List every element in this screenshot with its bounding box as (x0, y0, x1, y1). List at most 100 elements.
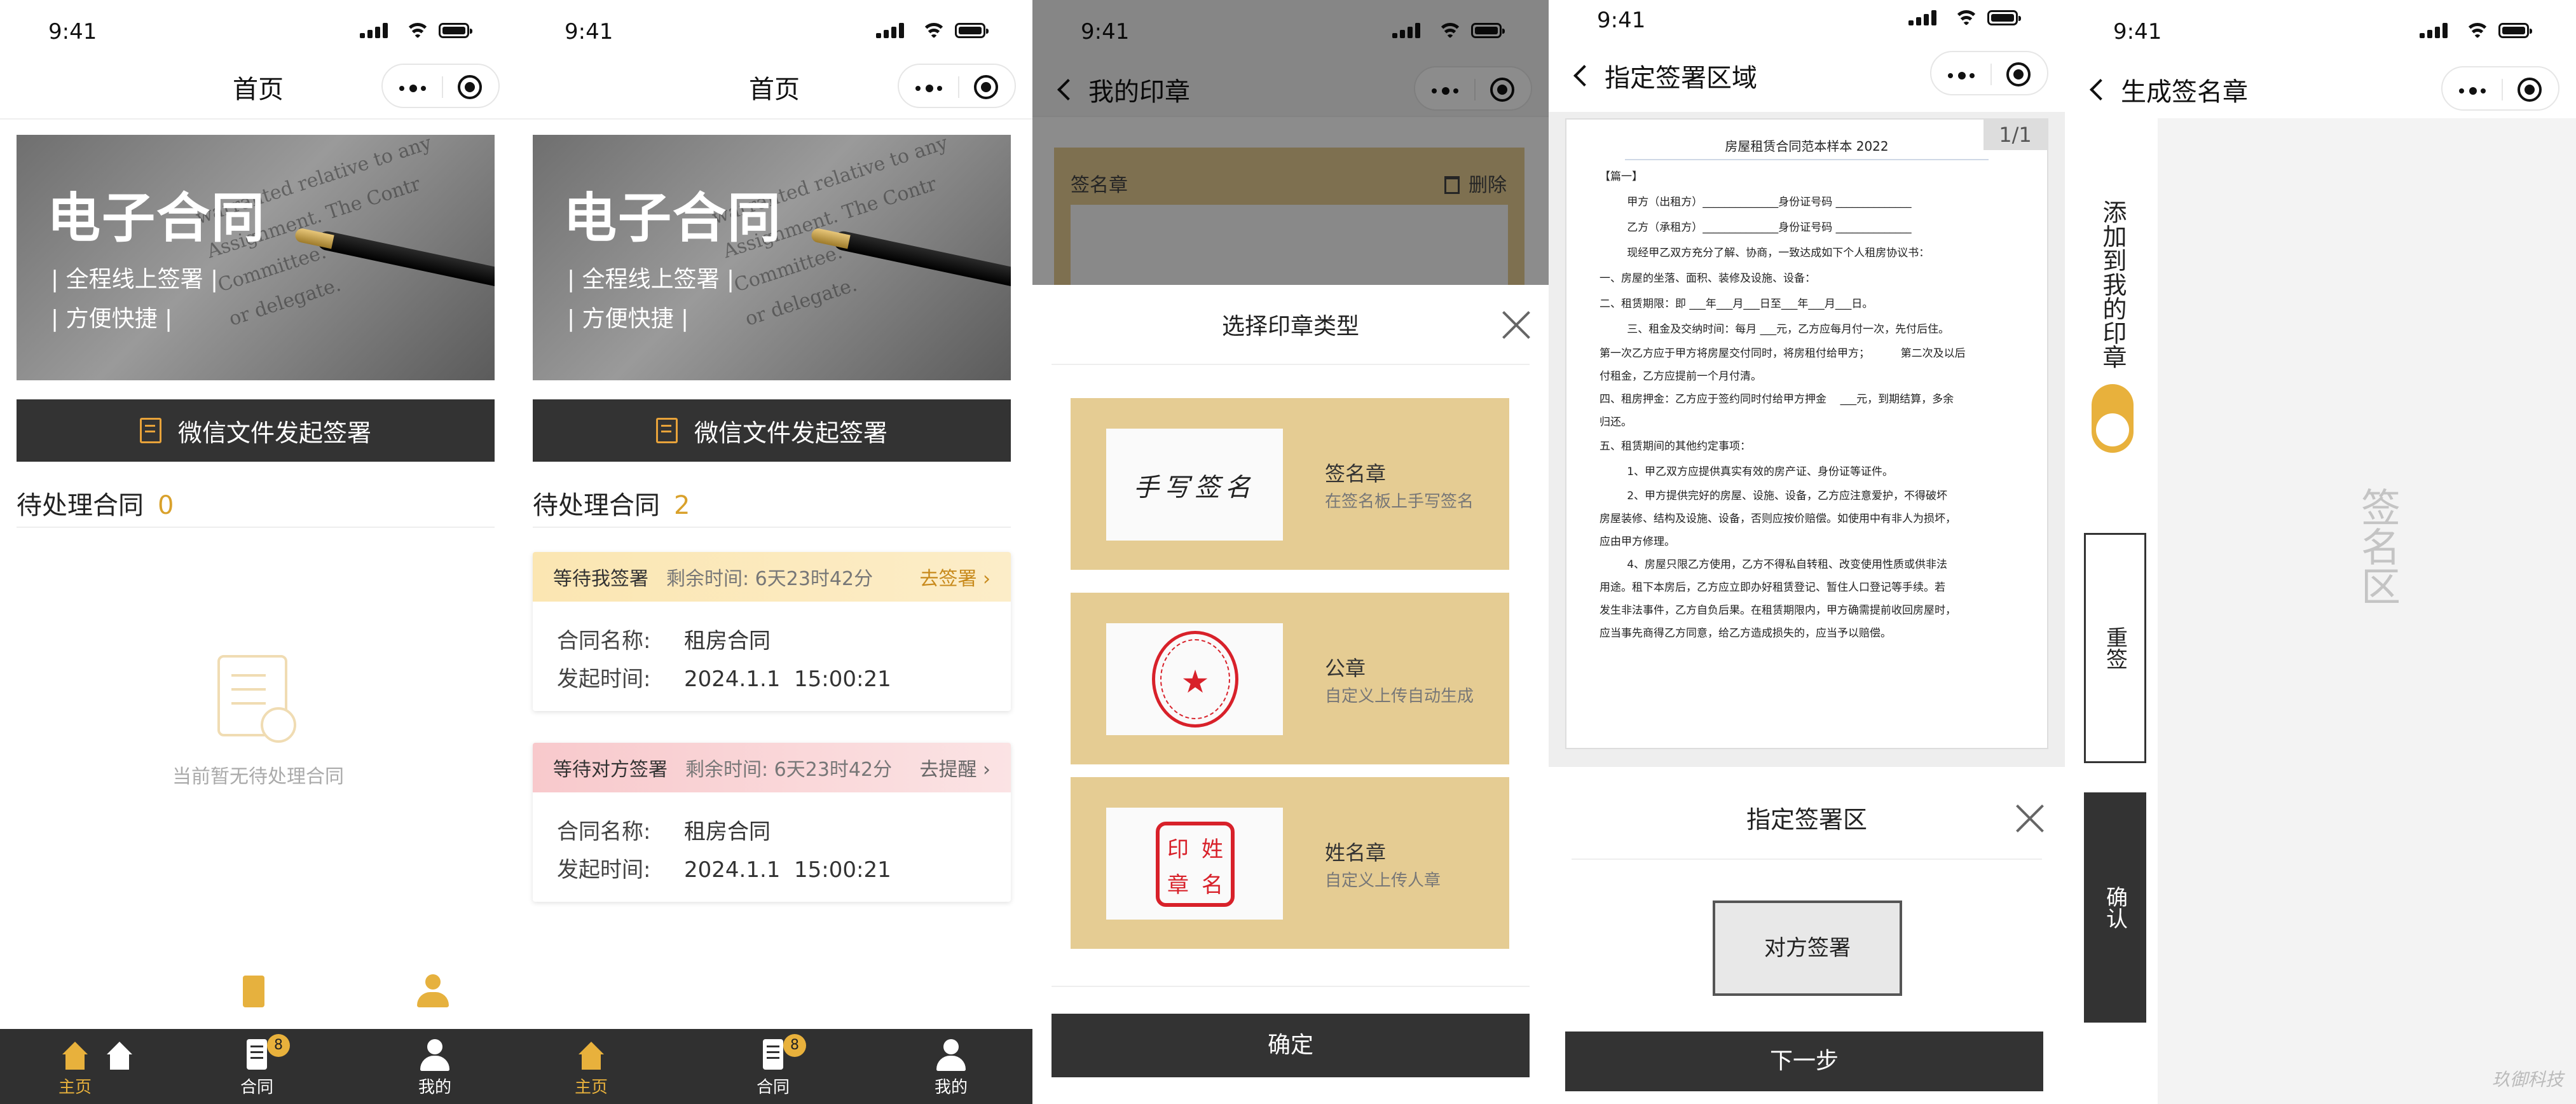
stamp-type-screen: 9:41 我的印章 签名章 删除 选择印章类型 手写签名 签名章 在签名板上手写… (1032, 0, 1549, 1104)
pending-count: 2 (674, 491, 690, 520)
nav-back[interactable]: 指定签署区域 (1566, 57, 1757, 94)
back-icon[interactable] (2090, 79, 2111, 100)
empty-contract-icon (217, 655, 296, 743)
panel-title: 指定签署区 (1746, 806, 1867, 834)
contract-icon (243, 976, 264, 1007)
pending-count: 0 (158, 491, 174, 520)
contract-icon (763, 1039, 783, 1070)
mini-program-capsule[interactable] (898, 64, 1016, 108)
resign-button[interactable]: 重签 (2084, 533, 2146, 763)
empty-text: 当前暂无待处理合同 (172, 766, 344, 788)
card-name-row: 合同名称: 租房合同 (557, 628, 771, 654)
user-icon (417, 974, 449, 1009)
signature-area-label: 签名区 (2354, 487, 2401, 605)
star-icon: ★ (1181, 663, 1210, 700)
wechat-sign-button[interactable]: 微信文件发起签署 (533, 399, 1011, 462)
close-program-icon[interactable] (2006, 62, 2031, 86)
stamp-type-sheet: 选择印章类型 手写签名 签名章 在签名板上手写签名 ★ 公章 自定义上传自动生成… (1032, 285, 1549, 1104)
banner: warranted relative to any Assignment. Th… (533, 135, 1011, 380)
stamp-option-official[interactable]: ★ 公章 自定义上传自动生成 (1071, 593, 1509, 764)
more-icon[interactable] (915, 85, 947, 92)
card-header: 等待我签署 剩余时间: 6天23时42分 去签署 › (533, 552, 1011, 602)
status-time: 9:41 (2113, 19, 2162, 45)
sign-area-screen: 9:41 指定签署区域 1/1 房屋租赁合同范本样本 2022 【篇一】 甲方（… (1549, 0, 2065, 1104)
wechat-sign-button[interactable]: 微信文件发起签署 (17, 399, 495, 462)
mini-program-capsule[interactable] (1930, 51, 2048, 95)
contract-card[interactable]: 等待对方签署 剩余时间: 6天23时42分 去提醒 › 合同名称: 租房合同 发起… (533, 743, 1011, 902)
card-remaining: 剩余时间: 6天23时42分 (685, 759, 893, 781)
nav-back[interactable]: 生成签名章 (2083, 71, 2248, 108)
go-sign-link[interactable]: 去签署 › (919, 563, 990, 591)
add-to-my-stamp-toggle[interactable] (2092, 384, 2134, 453)
wifi-icon (406, 23, 430, 42)
nav-bar: 首页 (0, 61, 516, 120)
stamp-option-signature[interactable]: 手写签名 签名章 在签名板上手写签名 (1071, 398, 1509, 570)
more-icon[interactable] (399, 85, 431, 92)
tab-bar: 主页 8 合同 我的 (516, 1029, 1032, 1104)
close-icon[interactable] (1502, 310, 1531, 340)
close-program-icon[interactable] (974, 75, 998, 99)
banner-title: 电子合同 (47, 187, 266, 249)
contract-document[interactable]: 1/1 房屋租赁合同范本样本 2022 【篇一】 甲方（出租方）________… (1565, 118, 2048, 749)
overlay-mask[interactable] (1032, 0, 1549, 285)
user-icon (936, 1039, 966, 1071)
confirm-button[interactable]: 确认 (2084, 792, 2146, 1023)
chevron-right-icon: › (983, 759, 990, 781)
contract-card[interactable]: 等待我签署 剩余时间: 6天23时42分 去签署 › 合同名称: 租房合同 发起时… (533, 552, 1011, 711)
close-icon[interactable] (2015, 804, 2045, 833)
home-screen-empty: 9:41 首页 warranted relative to any Assign… (0, 0, 516, 1104)
wifi-icon (2465, 23, 2490, 42)
tab-home[interactable]: 主页 (547, 1029, 636, 1104)
next-button[interactable]: 下一步 (1565, 1032, 2043, 1091)
tab-contract[interactable]: 8 合同 (729, 1029, 818, 1104)
mini-program-capsule[interactable] (381, 64, 500, 108)
banner-subtitle-1: | 全程线上签署 | (567, 266, 735, 293)
status-time: 9:41 (565, 19, 613, 45)
close-program-icon[interactable] (2518, 78, 2542, 102)
close-program-icon[interactable] (458, 75, 482, 99)
chevron-right-icon: › (983, 568, 990, 590)
name-seal-icon: 印 姓 章 名 (1156, 822, 1235, 907)
card-status: 等待我签署 (553, 568, 648, 590)
banner-subtitle-2: | 方便快捷 | (567, 306, 689, 332)
mini-program-capsule[interactable] (2441, 66, 2559, 111)
page-indicator: 1/1 (1983, 120, 2047, 150)
tab-contract[interactable]: 8 合同 (212, 1029, 301, 1104)
more-icon[interactable] (1948, 72, 1980, 79)
confirm-button[interactable]: 确定 (1052, 1014, 1530, 1077)
contract-badge: 8 (267, 1034, 290, 1057)
doc-title: 房屋租赁合同范本样本 2022 (1625, 134, 1989, 160)
back-icon[interactable] (1573, 65, 1595, 86)
pending-header: 待处理合同 0 (17, 491, 174, 520)
contract-icon (247, 1039, 267, 1070)
status-icons (360, 23, 472, 38)
page-title: 指定签署区域 (1605, 64, 1757, 93)
tab-mine[interactable]: 我的 (390, 1029, 479, 1104)
status-icons (876, 23, 989, 38)
wifi-icon (922, 23, 946, 42)
battery-icon (439, 23, 472, 38)
signature-pad[interactable]: 签名区 玖御科技 (2158, 118, 2576, 1104)
name-seal-sample: 印 姓 章 名 (1106, 808, 1283, 920)
contract-badge: 8 (783, 1034, 806, 1057)
banner: warranted relative to any Assignment. Th… (17, 135, 495, 380)
watermark: 玖御科技 (2491, 1069, 2563, 1090)
wifi-icon (1954, 10, 1978, 29)
status-icons (2420, 23, 2532, 38)
nav-bar: 首页 (516, 61, 1032, 120)
nav-bar: 指定签署区域 (1549, 51, 2065, 112)
document-icon (139, 418, 161, 443)
counterparty-sign-button[interactable]: 对方签署 (1713, 900, 1902, 996)
status-time: 9:41 (48, 19, 97, 45)
status-bar: 9:41 (516, 0, 1032, 66)
status-time: 9:41 (1597, 8, 1646, 33)
remind-link[interactable]: 去提醒 › (919, 754, 990, 782)
card-remaining: 剩余时间: 6天23时42分 (666, 568, 874, 590)
home-icon (61, 1042, 89, 1071)
stamp-option-name[interactable]: 印 姓 章 名 姓名章 自定义上传人章 (1071, 777, 1509, 949)
side-controls: 添加到我的印章 重签 确认 (2065, 118, 2158, 1104)
tab-mine[interactable]: 我的 (907, 1029, 996, 1104)
more-icon[interactable] (2459, 87, 2491, 95)
add-to-my-stamp-label: 添加到我的印章 (2099, 200, 2127, 369)
seal-icon: ★ (1152, 631, 1238, 728)
